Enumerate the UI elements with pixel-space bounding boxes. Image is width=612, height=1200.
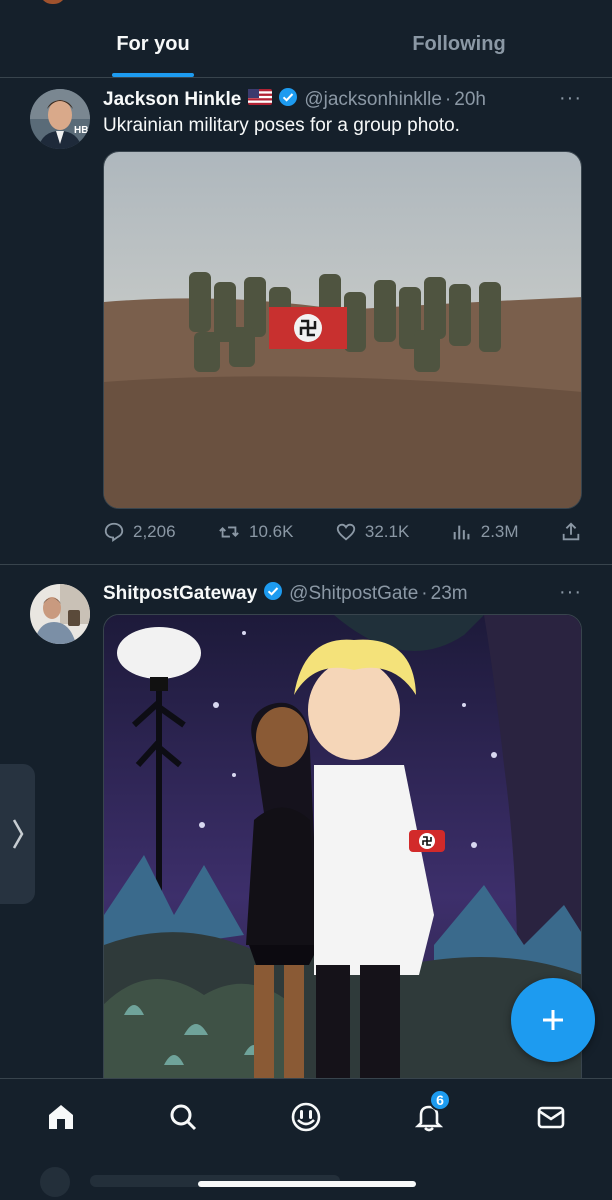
notifications-badge: 6	[429, 1089, 451, 1111]
home-icon	[49, 1105, 73, 1129]
author-handle[interactable]: @ShitpostGate	[289, 583, 418, 605]
tab-label: For you	[116, 33, 190, 55]
post-image[interactable]	[103, 614, 582, 1084]
post-header: Jackson Hinkle @jacksonhinklle · 20h ···	[103, 87, 582, 113]
post-text: Ukrainian military poses for a group pho…	[103, 115, 460, 136]
repost-count: 10.6K	[248, 522, 294, 541]
post-image[interactable]	[103, 151, 582, 509]
search-icon	[170, 1104, 197, 1131]
messages-icon	[537, 1106, 565, 1129]
reply-button[interactable]: 2,206	[103, 521, 176, 543]
active-tab-indicator	[112, 73, 194, 77]
heart-icon	[336, 523, 356, 541]
nav-home[interactable]	[41, 1097, 81, 1137]
home-indicator	[198, 1181, 416, 1187]
reply-count: 2,206	[133, 522, 176, 541]
post-time[interactable]: 23m	[431, 583, 468, 605]
post-time[interactable]: 20h	[454, 89, 486, 111]
share-button[interactable]	[560, 521, 582, 543]
nav-search[interactable]	[163, 1097, 203, 1137]
share-icon	[562, 522, 580, 541]
like-button[interactable]: 32.1K	[335, 521, 409, 543]
author-name[interactable]: Jackson Hinkle	[103, 89, 241, 111]
grok-icon	[291, 1102, 321, 1132]
avatar[interactable]	[30, 584, 90, 644]
author-handle[interactable]: @jacksonhinklle	[304, 89, 442, 111]
svg-text:HB: HB	[74, 125, 88, 136]
compose-post-button[interactable]	[511, 978, 595, 1062]
us-flag-icon	[248, 89, 273, 111]
more-options-button[interactable]: ···	[559, 581, 582, 604]
post-actions: 2,206 10.6K 32.1K 2.3M	[103, 521, 582, 543]
verified-badge-icon	[263, 581, 283, 607]
separator: ·	[421, 583, 428, 604]
avatar[interactable]: HB	[30, 89, 90, 149]
views-button[interactable]: 2.3M	[451, 521, 519, 543]
repost-icon	[219, 526, 239, 538]
plus-icon	[543, 1010, 563, 1030]
bottom-navigation: 6	[0, 1078, 612, 1200]
nav-notifications[interactable]: 6	[409, 1089, 451, 1137]
like-count: 32.1K	[364, 522, 410, 541]
side-drawer-handle[interactable]	[0, 764, 35, 904]
more-options-button[interactable]: ···	[559, 87, 582, 110]
verified-badge-icon	[278, 87, 298, 113]
tab-following[interactable]: Following	[306, 0, 612, 77]
nav-messages[interactable]	[531, 1097, 571, 1137]
post[interactable]: HB Jackson Hinkle @jacksonhinklle · 20h …	[0, 79, 612, 565]
timeline-tabs: For you Following	[0, 0, 612, 78]
tab-for-you[interactable]: For you	[0, 0, 306, 77]
repost-button[interactable]: 10.6K	[217, 521, 293, 543]
author-name[interactable]: ShitpostGateway	[103, 583, 257, 605]
nav-grok[interactable]	[286, 1097, 326, 1137]
separator: ·	[444, 89, 452, 110]
tab-label: Following	[412, 33, 506, 55]
chevron-right-icon	[12, 819, 23, 849]
reply-icon	[104, 522, 124, 543]
post-header: ShitpostGateway @ShitpostGate · 23m ···	[103, 581, 582, 607]
views-count: 2.3M	[480, 522, 519, 541]
views-chart-icon	[453, 525, 470, 540]
